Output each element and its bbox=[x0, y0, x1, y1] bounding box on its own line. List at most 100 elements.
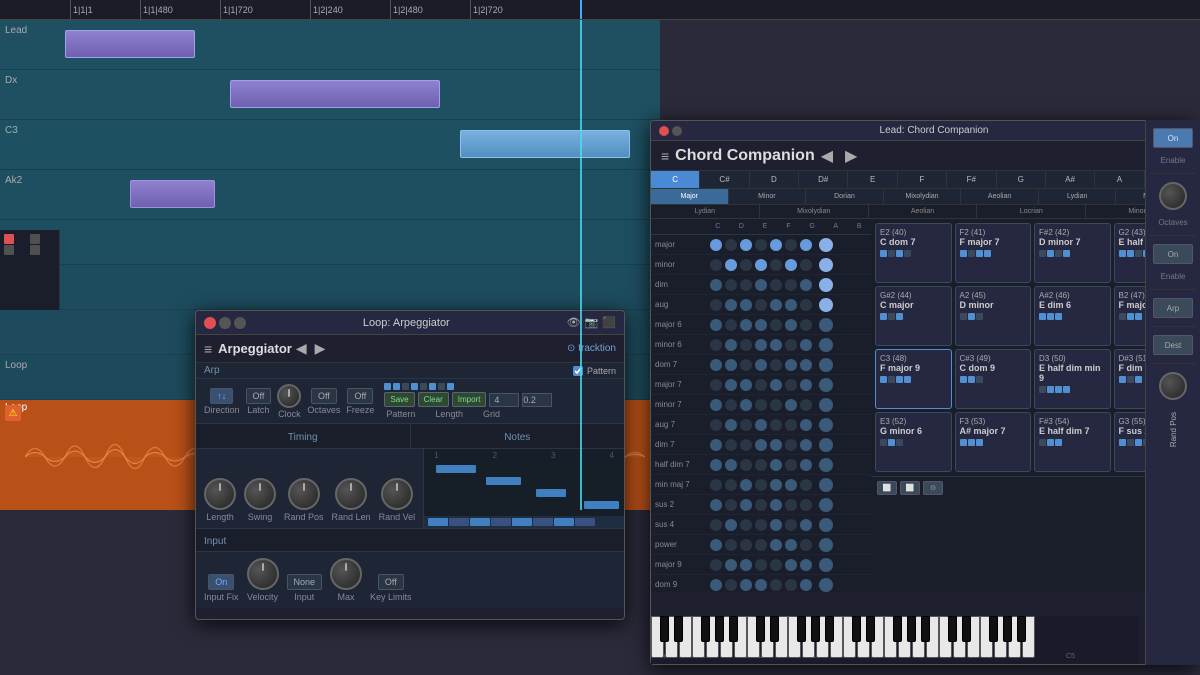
key-F#[interactable]: F# bbox=[947, 171, 996, 188]
key-D#[interactable]: D# bbox=[799, 171, 848, 188]
black-key-2-6[interactable] bbox=[893, 616, 902, 642]
direction-btn[interactable]: ↑↓ bbox=[210, 388, 233, 404]
panel-on-btn[interactable]: On bbox=[1153, 128, 1193, 148]
black-key-1-1[interactable] bbox=[756, 616, 765, 642]
chord-card-6[interactable]: A#2 (46) E dim 6 bbox=[1034, 286, 1111, 346]
black-key-0-10[interactable] bbox=[729, 616, 738, 642]
black-key-0-3[interactable] bbox=[674, 616, 683, 642]
note-bar-3[interactable] bbox=[536, 489, 566, 497]
chord-card-1[interactable]: F2 (41) F major 7 bbox=[955, 223, 1032, 283]
smode-locrian[interactable]: Locrian bbox=[977, 205, 1086, 218]
mode-major[interactable]: Major bbox=[651, 189, 729, 204]
black-key-3-10[interactable] bbox=[1017, 616, 1026, 642]
note-grid[interactable]: 1 2 3 4 bbox=[424, 449, 624, 528]
input-none-btn[interactable]: None bbox=[287, 574, 323, 590]
arp-close-btn[interactable] bbox=[204, 317, 216, 329]
arp-next-btn[interactable]: ▶ bbox=[311, 340, 330, 357]
chord-row-6[interactable]: dom 7 bbox=[651, 355, 871, 375]
chord-next-btn[interactable]: ▶ bbox=[839, 146, 863, 166]
key-C[interactable]: C bbox=[651, 171, 700, 188]
chord-row-11[interactable]: half dim 7 bbox=[651, 455, 871, 475]
length-input[interactable] bbox=[489, 393, 519, 407]
smode-lydian[interactable]: Lydian bbox=[651, 205, 760, 218]
chord-row-1[interactable]: minor bbox=[651, 255, 871, 275]
chord-row-5[interactable]: minor 6 bbox=[651, 335, 871, 355]
panel-dest-btn[interactable]: Dest bbox=[1153, 335, 1193, 355]
chord-close-btn[interactable] bbox=[659, 126, 669, 136]
chord-menu-icon[interactable]: ≡ bbox=[661, 148, 669, 164]
chord-row-12[interactable]: min maj 7 bbox=[651, 475, 871, 495]
chord-row-17[interactable]: dom 9 bbox=[651, 575, 871, 592]
key-A#[interactable]: A# bbox=[1046, 171, 1095, 188]
latch-btn[interactable]: Off bbox=[246, 388, 272, 404]
chord-row-4[interactable]: major 6 bbox=[651, 315, 871, 335]
freeze-btn[interactable]: Off bbox=[347, 388, 373, 404]
arp-min-btn[interactable] bbox=[219, 317, 231, 329]
ctrl-2[interactable] bbox=[30, 234, 40, 244]
max-knob[interactable] bbox=[330, 558, 362, 590]
key-D[interactable]: D bbox=[750, 171, 799, 188]
rand-vel-knob[interactable] bbox=[381, 478, 413, 510]
key-F[interactable]: F bbox=[898, 171, 947, 188]
ctrl-4[interactable] bbox=[30, 245, 40, 255]
dx-clip-1[interactable] bbox=[230, 80, 440, 108]
black-key-1-6[interactable] bbox=[797, 616, 806, 642]
arp-alert-icon[interactable]: ⬛ bbox=[602, 316, 616, 329]
chord-card-12[interactable]: E3 (52) G minor 6 bbox=[875, 412, 952, 472]
black-key-3-1[interactable] bbox=[948, 616, 957, 642]
key-limits-btn[interactable]: Off bbox=[378, 574, 404, 590]
black-key-0-6[interactable] bbox=[701, 616, 710, 642]
chord-card-13[interactable]: F3 (53) A# major 7 bbox=[955, 412, 1032, 472]
panel-on-btn-2[interactable]: On bbox=[1153, 244, 1193, 264]
chord-row-0[interactable]: major bbox=[651, 235, 871, 255]
chord-action-1[interactable]: ⬜ bbox=[877, 481, 897, 495]
black-key-2-8[interactable] bbox=[907, 616, 916, 642]
swing-knob[interactable] bbox=[244, 478, 276, 510]
input-fix-btn[interactable]: On bbox=[208, 574, 234, 590]
chord-row-13[interactable]: sus 2 bbox=[651, 495, 871, 515]
chord-card-14[interactable]: F#3 (54) E half dim 7 bbox=[1034, 412, 1111, 472]
grid-input[interactable] bbox=[522, 393, 552, 407]
arp-settings-btn[interactable] bbox=[234, 317, 246, 329]
note-bar-4[interactable] bbox=[584, 501, 619, 509]
chord-row-16[interactable]: major 9 bbox=[651, 555, 871, 575]
velocity-knob[interactable] bbox=[247, 558, 279, 590]
black-key-2-10[interactable] bbox=[921, 616, 930, 642]
black-key-1-3[interactable] bbox=[770, 616, 779, 642]
arp-eye-icon[interactable]: 👁 bbox=[567, 316, 581, 329]
arp-camera-icon[interactable]: 📷 bbox=[585, 316, 599, 329]
c3-clip-1[interactable] bbox=[460, 130, 630, 158]
key-E[interactable]: E bbox=[848, 171, 897, 188]
note-bar-1[interactable] bbox=[436, 465, 476, 473]
chord-card-2[interactable]: F#2 (42) D minor 7 bbox=[1034, 223, 1111, 283]
mode-minor[interactable]: Minor bbox=[729, 189, 807, 204]
mode-aeolian[interactable]: Aeolian bbox=[961, 189, 1039, 204]
key-G[interactable]: G bbox=[997, 171, 1046, 188]
rand-pos-knob[interactable] bbox=[288, 478, 320, 510]
mode-lydian[interactable]: Lydian bbox=[1039, 189, 1117, 204]
note-bar-2[interactable] bbox=[486, 477, 521, 485]
panel-arp-btn[interactable]: Arp bbox=[1153, 298, 1193, 318]
arp-menu-icon[interactable]: ≡ bbox=[204, 341, 212, 357]
chord-card-9[interactable]: C#3 (49) C dom 9 bbox=[955, 349, 1032, 409]
ctrl-1[interactable] bbox=[4, 234, 14, 244]
chord-card-8[interactable]: C3 (48) F major 9 bbox=[875, 349, 952, 409]
arp-prev-btn[interactable]: ◀ bbox=[292, 340, 311, 357]
black-key-1-8[interactable] bbox=[811, 616, 820, 642]
lead-clip-1[interactable] bbox=[65, 30, 195, 58]
chord-row-2[interactable]: dim bbox=[651, 275, 871, 295]
panel-octaves-knob[interactable] bbox=[1159, 182, 1187, 210]
black-key-1-10[interactable] bbox=[825, 616, 834, 642]
chord-card-5[interactable]: A2 (45) D minor bbox=[955, 286, 1032, 346]
black-key-3-6[interactable] bbox=[989, 616, 998, 642]
ak2-clip-1[interactable] bbox=[130, 180, 215, 208]
chord-action-2[interactable]: ⬜ bbox=[900, 481, 920, 495]
chord-row-3[interactable]: aug bbox=[651, 295, 871, 315]
chord-min-btn[interactable] bbox=[672, 126, 682, 136]
black-key-3-8[interactable] bbox=[1003, 616, 1012, 642]
black-key-2-1[interactable] bbox=[852, 616, 861, 642]
smode-aeolian[interactable]: Aeolian bbox=[869, 205, 978, 218]
mode-mixolydian[interactable]: Mixolydian bbox=[884, 189, 962, 204]
clock-knob[interactable] bbox=[277, 384, 301, 408]
chord-card-0[interactable]: E2 (40) C dom 7 bbox=[875, 223, 952, 283]
